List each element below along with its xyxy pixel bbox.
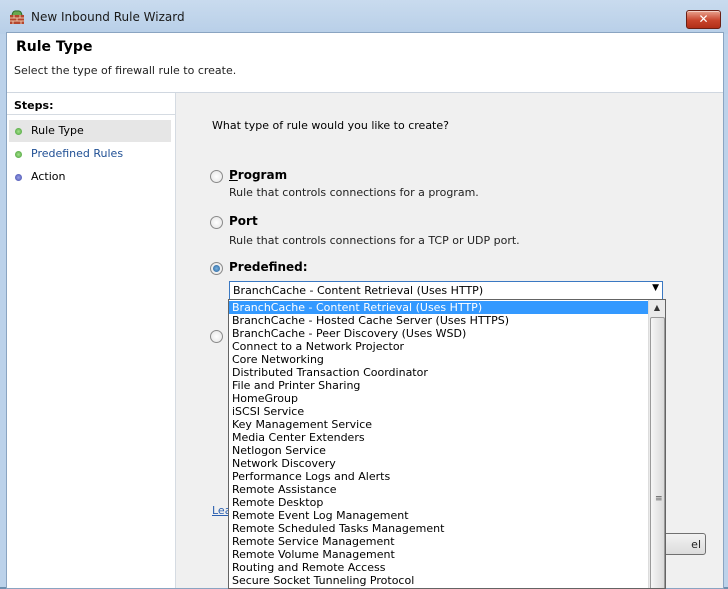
chevron-down-icon[interactable]: ▼	[652, 283, 659, 293]
dropdown-item[interactable]: Netlogon Service	[229, 444, 650, 457]
step-status-dot-icon	[15, 128, 22, 135]
dropdown-item[interactable]: iSCSI Service	[229, 405, 650, 418]
step-label: Action	[31, 170, 66, 183]
port-radio[interactable]	[210, 216, 223, 229]
dropdown-item[interactable]: BranchCache - Peer Discovery (Uses WSD)	[229, 327, 650, 340]
firewall-icon	[10, 10, 24, 24]
program-option-description: Rule that controls connections for a pro…	[229, 186, 479, 199]
step-status-dot-icon	[15, 174, 22, 181]
step-label: Predefined Rules	[31, 147, 124, 160]
option-label-rest: rogram	[237, 168, 288, 182]
dropdown-item[interactable]: BranchCache - Content Retrieval (Uses HT…	[229, 301, 650, 314]
scroll-thumb[interactable]: ≡	[650, 317, 665, 588]
page-subtitle: Select the type of firewall rule to crea…	[14, 64, 237, 77]
steps-title: Steps:	[14, 99, 54, 112]
step-label: Rule Type	[31, 124, 84, 137]
window-title: New Inbound Rule Wizard	[31, 10, 185, 24]
dropdown-item[interactable]: Remote Assistance	[229, 483, 650, 496]
dropdown-item[interactable]: Remote Volume Management	[229, 548, 650, 561]
grip-icon: ≡	[655, 494, 663, 504]
step-action[interactable]: Action	[9, 166, 171, 188]
dropdown-item[interactable]: BranchCache - Hosted Cache Server (Uses …	[229, 314, 650, 327]
dropdown-item[interactable]: Remote Scheduled Tasks Management	[229, 522, 650, 535]
dropdown-scrollbar[interactable]: ▲ ≡	[648, 300, 665, 588]
dropdown-item[interactable]: Connect to a Network Projector	[229, 340, 650, 353]
dropdown-item[interactable]: Core Networking	[229, 353, 650, 366]
dropdown-item[interactable]: Media Center Extenders	[229, 431, 650, 444]
rule-type-question: What type of rule would you like to crea…	[212, 119, 449, 132]
dropdown-item[interactable]: HomeGroup	[229, 392, 650, 405]
program-radio[interactable]	[210, 170, 223, 183]
dropdown-item[interactable]: Network Discovery	[229, 457, 650, 470]
step-status-dot-icon	[15, 151, 22, 158]
dropdown-item[interactable]: Secure Socket Tunneling Protocol	[229, 574, 650, 587]
accelerator-key: P	[229, 168, 238, 182]
custom-radio[interactable]	[210, 330, 223, 343]
steps-panel: Steps: Rule Type Predefined Rules Action	[7, 93, 176, 588]
steps-divider	[7, 114, 175, 115]
port-option-description: Rule that controls connections for a TCP…	[229, 234, 520, 247]
dropdown-item[interactable]: Key Management Service	[229, 418, 650, 431]
predefined-dropdown-list[interactable]: BranchCache - Content Retrieval (Uses HT…	[228, 299, 666, 589]
predefined-option-label[interactable]: Predefined:	[229, 260, 308, 274]
page-title: Rule Type	[16, 39, 93, 55]
dropdown-item[interactable]: File and Printer Sharing	[229, 379, 650, 392]
dropdown-item[interactable]: Distributed Transaction Coordinator	[229, 366, 650, 379]
close-button[interactable]: ✕	[686, 10, 721, 29]
dropdown-item[interactable]: Remote Desktop	[229, 496, 650, 509]
step-predefined-rules[interactable]: Predefined Rules	[9, 143, 171, 165]
dropdown-item[interactable]: Remote Service Management	[229, 535, 650, 548]
program-option-label[interactable]: Program	[229, 168, 287, 182]
predefined-radio[interactable]	[210, 262, 223, 275]
dropdown-item[interactable]: Performance Logs and Alerts	[229, 470, 650, 483]
step-rule-type[interactable]: Rule Type	[9, 120, 171, 142]
scroll-up-icon[interactable]: ▲	[649, 300, 665, 316]
dropdown-item[interactable]: Remote Event Log Management	[229, 509, 650, 522]
predefined-select-value: BranchCache - Content Retrieval (Uses HT…	[233, 284, 484, 297]
predefined-rule-select[interactable]: BranchCache - Content Retrieval (Uses HT…	[229, 281, 663, 301]
port-option-label[interactable]: Port	[229, 214, 258, 228]
title-bar[interactable]: New Inbound Rule Wizard ✕	[0, 0, 728, 34]
wizard-header: Rule Type Select the type of firewall ru…	[7, 33, 723, 93]
dropdown-item[interactable]: Routing and Remote Access	[229, 561, 650, 574]
